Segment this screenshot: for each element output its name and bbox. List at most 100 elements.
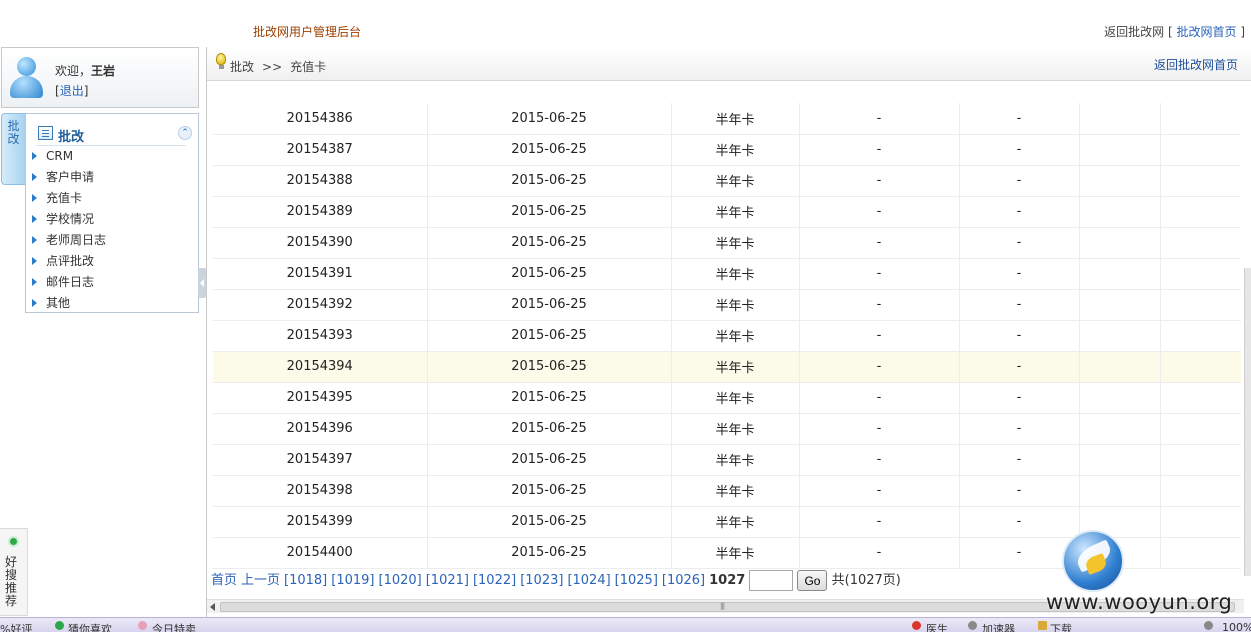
page-link[interactable]: [1022] [473,573,516,588]
table-cell [1160,351,1241,383]
table-cell: 2015-06-25 [427,351,672,383]
table-cell: 20154392 [213,289,428,321]
home-link[interactable]: 批改网首页 [1176,25,1236,39]
status-guess[interactable]: 猜你喜欢 [68,621,112,632]
sidebar-item-school-info[interactable]: 学校情况 [32,211,106,232]
sidebar-toggle-handle[interactable] [198,268,206,298]
table-cell: - [959,475,1080,507]
prev-page-link[interactable]: 上一页 [241,573,280,588]
table-row[interactable]: 20154398 2015-06-25 半年卡 - - [213,475,1241,507]
table-cell: - [799,227,960,259]
table-body: 20154386 2015-06-25 半年卡 - -20154387 2015-06-2… [213,103,1241,569]
page-link[interactable]: [1020] [379,573,422,588]
table-row[interactable]: 20154390 2015-06-25 半年卡 - - [213,227,1241,259]
status-download[interactable]: 下载 [1050,621,1072,632]
table-cell [1079,382,1161,414]
sidebar-item-customer-apply[interactable]: 客户申请 [32,169,106,190]
sidebar-item-teacher-weekly-log[interactable]: 老师周日志 [32,232,106,253]
download-icon [1038,621,1047,630]
table-cell [1079,227,1161,259]
sidebar-item-label: CRM [46,149,74,163]
table-cell [1160,506,1241,538]
page-title: 批改网用户管理后台 [253,25,362,39]
welcome-label: 欢迎， [55,64,92,78]
collapse-icon[interactable]: ⌃ [178,126,192,140]
table-row[interactable]: 20154389 2015-06-25 半年卡 - - [213,196,1241,228]
table-cell [1160,444,1241,476]
first-page-link[interactable]: 首页 [211,573,237,588]
page-link[interactable]: [1018] [284,573,327,588]
table-row[interactable]: 20154394 2015-06-25 半年卡 - - [213,351,1241,383]
status-doctor[interactable]: 医生 [926,621,948,632]
sidebar-item-crm[interactable]: CRM [32,148,106,169]
table-cell: - [959,227,1080,259]
table-cell: - [799,320,960,352]
table-cell: 2015-06-25 [427,413,672,445]
table-cell: - [959,103,1080,135]
table-cell: - [799,258,960,290]
recommend-widget[interactable]: 好搜推荐 [0,528,28,616]
menu-header[interactable]: 批改 ⌃ [36,124,192,146]
triangle-right-icon [32,236,37,244]
sidebar-item-review[interactable]: 点评批改 [32,253,106,274]
table-row[interactable]: 20154393 2015-06-25 半年卡 - - [213,320,1241,352]
table-row[interactable]: 20154386 2015-06-25 半年卡 - - [213,103,1241,135]
table-cell: 半年卡 [671,320,800,352]
status-sale[interactable]: 今日特卖 [152,621,196,632]
status-accelerator[interactable]: 加速器 [982,621,1015,632]
table-row[interactable]: 20154395 2015-06-25 半年卡 - - [213,382,1241,414]
page-link[interactable]: [1019] [331,573,374,588]
table-row[interactable]: 20154391 2015-06-25 半年卡 - - [213,258,1241,290]
table-cell: 20154389 [213,196,428,228]
status-zoom[interactable]: 100% [1222,621,1251,632]
table-row[interactable]: 20154388 2015-06-25 半年卡 - - [213,165,1241,197]
table-row[interactable]: 20154396 2015-06-25 半年卡 - - [213,413,1241,445]
table-cell: 2015-06-25 [427,196,672,228]
table-cell: - [959,289,1080,321]
table-cell [1079,475,1161,507]
table-cell [1160,227,1241,259]
page-link[interactable]: [1021] [426,573,469,588]
table-cell: 2015-06-25 [427,537,672,569]
table-cell [1079,289,1161,321]
page-link[interactable]: [1025] [615,573,658,588]
scroll-left-icon[interactable] [210,603,215,611]
table-cell: - [799,537,960,569]
table-cell: 半年卡 [671,382,800,414]
table-cell: - [959,165,1080,197]
page-link[interactable]: [1024] [567,573,610,588]
go-button[interactable]: Go [797,570,828,591]
pagination: 首页 上一页 [1018] [1019] [1020] [1021] [1022] [1023… [211,569,901,591]
table-cell: 2015-06-25 [427,475,672,507]
avatar [8,55,44,101]
sidebar-item-mail-log[interactable]: 邮件日志 [32,274,106,295]
page-link[interactable]: [1023] [520,573,563,588]
side-tab-pigai[interactable]: 批改 [1,113,25,185]
wooyun-logo [1062,530,1124,592]
recommend-label: 好搜推荐 [5,555,18,608]
table-cell: 2015-06-25 [427,103,672,135]
page-number-input[interactable] [749,570,794,591]
top-nav: 返回批改网 [ 批改网首页 ] [1104,25,1245,39]
table-cell: 20154395 [213,382,428,414]
table-cell: - [959,506,1080,538]
table-row[interactable]: 20154387 2015-06-25 半年卡 - - [213,134,1241,166]
sidebar-item-other[interactable]: 其他 [32,295,106,316]
table-cell: - [799,134,960,166]
vertical-scrollbar[interactable] [1244,268,1251,576]
table-row[interactable]: 20154392 2015-06-25 半年卡 - - [213,289,1241,321]
status-rating[interactable]: %好评 [0,621,32,632]
table-cell: 半年卡 [671,413,800,445]
table-cell: - [799,196,960,228]
table-row[interactable]: 20154397 2015-06-25 半年卡 - - [213,444,1241,476]
table-cell: - [799,444,960,476]
table-cell: - [959,444,1080,476]
sidebar-item-label: 邮件日志 [46,275,95,289]
return-home-link[interactable]: 返回批改网首页 [1154,56,1238,73]
table-cell: - [799,506,960,538]
page-link[interactable]: [1026] [662,573,705,588]
logout-link[interactable]: 退出 [60,84,84,98]
triangle-right-icon [32,299,37,307]
sidebar-item-recharge-card[interactable]: 充值卡 [32,190,106,211]
table-cell: 半年卡 [671,506,800,538]
